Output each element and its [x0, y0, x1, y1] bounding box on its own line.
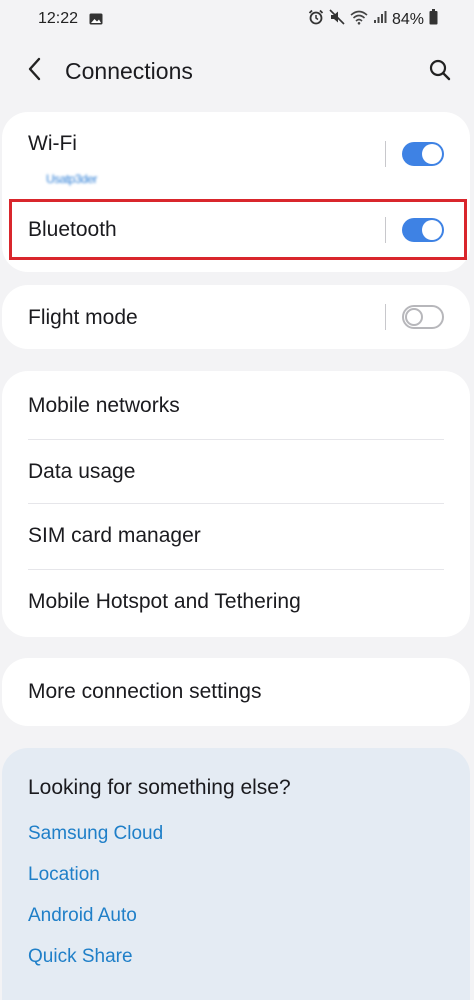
more-settings-card: More connection settings	[2, 658, 470, 726]
bluetooth-highlight-box	[9, 199, 467, 260]
app-bar: Connections	[0, 44, 474, 96]
data-usage-label: Data usage	[28, 460, 136, 483]
wifi-label: Wi-Fi	[28, 132, 77, 155]
toggle-knob	[405, 308, 423, 326]
suggestions-card: Looking for something else? Samsung Clou…	[2, 748, 470, 1000]
sim-card-manager-item[interactable]: SIM card manager	[2, 503, 470, 569]
search-icon	[429, 59, 451, 86]
signal-icon	[373, 10, 387, 29]
android-auto-link[interactable]: Android Auto	[28, 905, 137, 927]
search-button[interactable]	[424, 56, 456, 88]
flight-mode-toggle[interactable]	[402, 305, 444, 329]
flight-card: Flight mode	[2, 285, 470, 349]
mobile-networks-item[interactable]: Mobile networks	[2, 371, 470, 439]
alarm-icon	[308, 9, 324, 30]
wifi-divider	[385, 141, 386, 167]
quick-share-link[interactable]: Quick Share	[28, 946, 133, 968]
more-connection-settings-item[interactable]: More connection settings	[2, 658, 470, 726]
mobile-networks-label: Mobile networks	[28, 394, 180, 417]
sim-card-manager-label: SIM card manager	[28, 524, 201, 547]
status-icons: 84%	[308, 9, 438, 30]
wifi-row[interactable]: Wi-Fi Usatp3der	[2, 112, 470, 198]
image-icon	[89, 12, 103, 30]
location-link[interactable]: Location	[28, 864, 100, 886]
wifi-network-name: Usatp3der	[46, 172, 97, 186]
hotspot-tethering-item[interactable]: Mobile Hotspot and Tethering	[2, 569, 470, 637]
suggestions-title: Looking for something else?	[28, 776, 291, 799]
flight-mode-label: Flight mode	[28, 306, 138, 329]
status-bar: 12:22 84%	[0, 0, 474, 38]
mute-icon	[329, 9, 345, 30]
chevron-left-icon	[27, 57, 43, 86]
hotspot-tethering-label: Mobile Hotspot and Tethering	[28, 590, 301, 613]
flight-mode-divider	[385, 304, 386, 330]
toggle-knob	[422, 144, 442, 164]
battery-percent: 84%	[391, 10, 424, 28]
more-connection-settings-label: More connection settings	[28, 680, 262, 703]
network-card: Mobile networks Data usage SIM card mana…	[2, 371, 470, 637]
wifi-icon	[350, 10, 368, 30]
data-usage-item[interactable]: Data usage	[2, 439, 470, 503]
page-title: Connections	[65, 58, 193, 84]
back-button[interactable]	[20, 56, 50, 86]
status-time: 12:22	[38, 10, 79, 27]
wifi-toggle[interactable]	[402, 142, 444, 166]
battery-icon	[429, 9, 438, 30]
flight-mode-row[interactable]: Flight mode	[2, 285, 470, 349]
samsung-cloud-link[interactable]: Samsung Cloud	[28, 823, 163, 845]
